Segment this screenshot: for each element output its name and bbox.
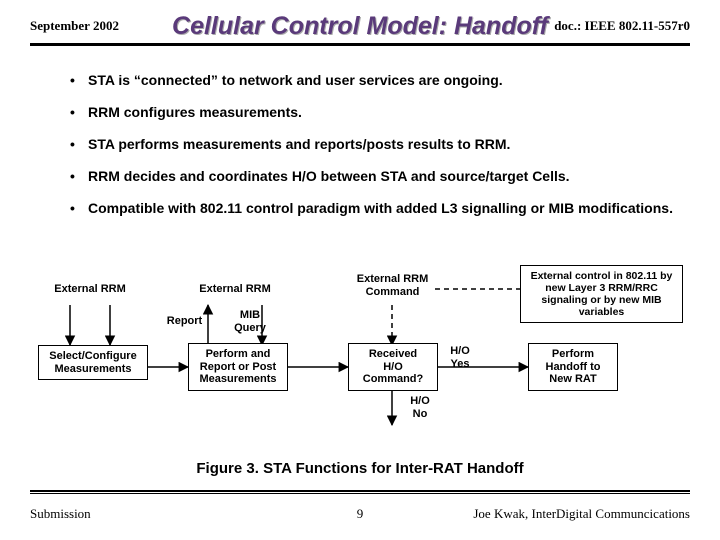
- label-ext-rrm-1: External RRM: [45, 283, 135, 296]
- footer-right: Joe Kwak, InterDigital Communcications: [473, 506, 690, 522]
- bullet-item: STA performs measurements and reports/po…: [70, 136, 690, 152]
- figure-caption: Figure 3. STA Functions for Inter-RAT Ha…: [0, 460, 720, 477]
- diagram: External RRM External RRM External RRM C…: [30, 265, 690, 445]
- bullet-list: STA is “connected” to network and user s…: [30, 72, 690, 232]
- bullet-item: Compatible with 802.11 control paradigm …: [70, 200, 690, 216]
- footer-rule-top: [30, 490, 690, 492]
- box-ext-ctrl: External control in 802.11 by new Layer …: [520, 265, 683, 323]
- box-received: Received H/O Command?: [348, 343, 438, 391]
- title-rule-bottom: [30, 45, 690, 46]
- footer-rule-bottom: [30, 493, 690, 494]
- bullet-item: RRM configures measurements.: [70, 104, 690, 120]
- label-ext-rrm-cmd: External RRM Command: [350, 273, 435, 298]
- label-mib-query: MIB Query: [230, 309, 270, 334]
- box-handoff: Perform Handoff to New RAT: [528, 343, 618, 391]
- bullet-item: STA is “connected” to network and user s…: [70, 72, 690, 88]
- box-select-config: Select/Configure Measurements: [38, 345, 148, 380]
- page-title: Cellular Control Model: Handoff: [0, 12, 720, 41]
- label-ho-no: H/O No: [405, 395, 435, 420]
- label-report: Report: [162, 315, 207, 328]
- box-perform: Perform and Report or Post Measurements: [188, 343, 288, 391]
- label-ext-rrm-2: External RRM: [190, 283, 280, 296]
- bullet-item: RRM decides and coordinates H/O between …: [70, 168, 690, 184]
- label-ho-yes: H/O Yes: [445, 345, 475, 370]
